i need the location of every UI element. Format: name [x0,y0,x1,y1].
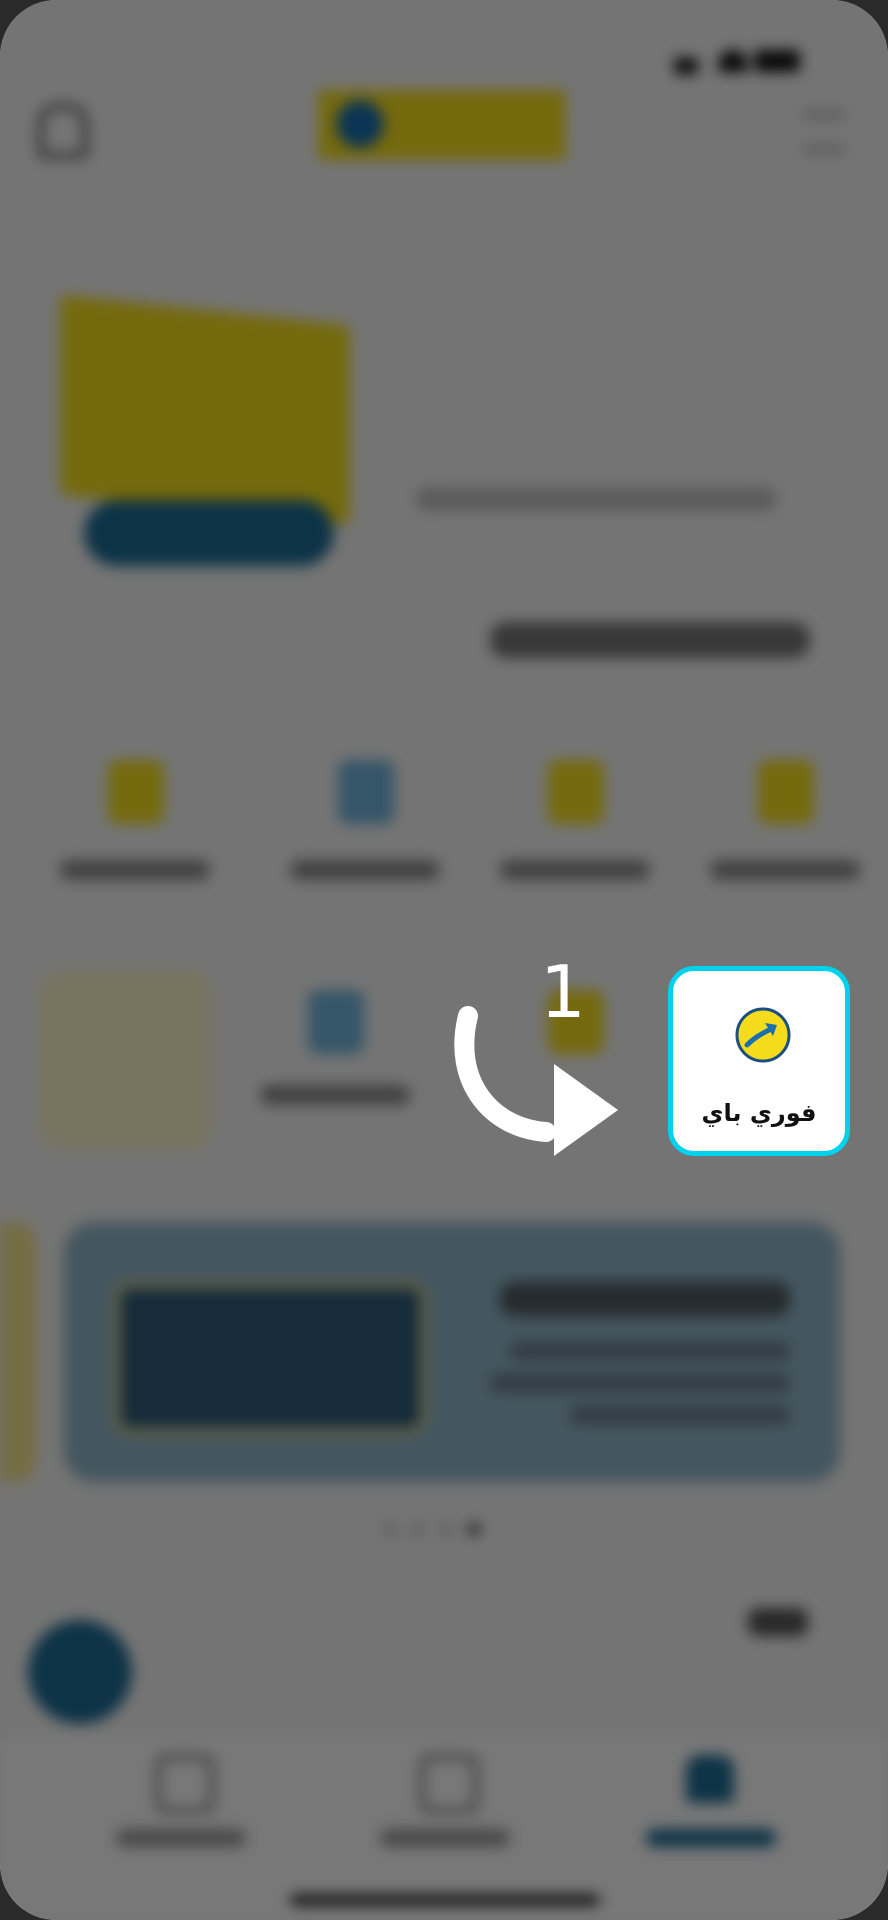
curved-arrow-icon [454,1006,618,1156]
dim-overlay [0,0,888,1920]
fawry-pay-icon [735,1007,791,1063]
fawry-pay-tile[interactable]: فوري باي [668,966,850,1156]
fawry-pay-label: فوري باي [701,1099,817,1127]
phone-screen: فوري باي 1 [0,0,888,1920]
